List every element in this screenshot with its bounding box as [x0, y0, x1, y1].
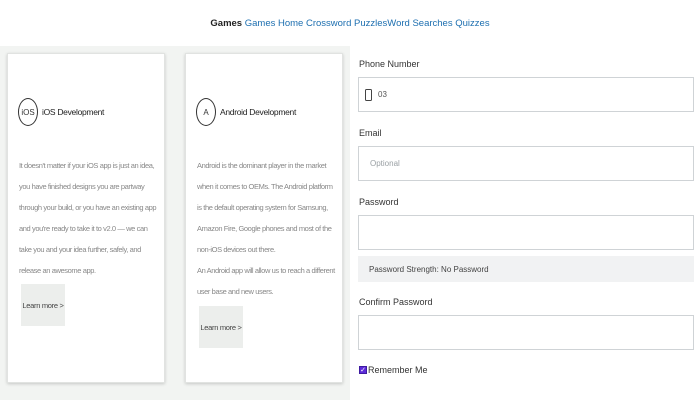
- top-navigation: Games Games Home Crossword PuzzlesWord S…: [0, 18, 700, 30]
- phone-number-label: Phone Number: [359, 59, 420, 69]
- card-description: Android is the dominant player in the ma…: [197, 155, 337, 302]
- phone-icon: [365, 88, 372, 101]
- checkbox-icon[interactable]: ✓: [359, 366, 367, 374]
- card-header: iOS iOS Development: [18, 98, 104, 126]
- nav-link-quizzes[interactable]: Quizzes: [455, 18, 489, 29]
- android-development-card: A Android Development Android is the dom…: [185, 53, 343, 383]
- nav-link-home[interactable]: Home: [278, 18, 303, 29]
- card-title: iOS Development: [42, 107, 105, 117]
- ios-icon: iOS: [18, 98, 38, 126]
- nav-link-word-searches[interactable]: Word Searches: [387, 18, 452, 29]
- email-field[interactable]: Optional: [358, 146, 694, 181]
- email-placeholder: Optional: [370, 159, 400, 168]
- card-title: Android Development: [220, 107, 297, 117]
- nav-brand: Games: [210, 18, 243, 29]
- phone-number-field[interactable]: 03: [358, 77, 694, 112]
- card-description-text: An Android app will allow us to reach a …: [197, 266, 335, 296]
- card-description-text: It doesn't matter if your iOS app is jus…: [19, 161, 157, 275]
- remember-me-row: ✓ Remember Me: [359, 365, 428, 375]
- card-description: It doesn't matter if your iOS app is jus…: [19, 155, 159, 281]
- confirm-password-label: Confirm Password: [359, 297, 433, 307]
- ios-development-card: iOS iOS Development It doesn't matter if…: [7, 53, 165, 383]
- confirm-password-field[interactable]: [358, 315, 694, 350]
- password-strength-indicator: Password Strength: No Password: [358, 256, 694, 282]
- card-description-text: Android is the dominant player in the ma…: [197, 161, 333, 254]
- password-label: Password: [359, 197, 399, 207]
- nav-link-games[interactable]: Games: [245, 18, 276, 29]
- android-icon: A: [196, 98, 216, 126]
- password-field[interactable]: [358, 215, 694, 250]
- learn-more-button[interactable]: Learn more >: [199, 306, 243, 348]
- card-header: A Android Development: [196, 98, 296, 126]
- password-strength-text: Password Strength: No Password: [369, 264, 489, 274]
- nav-link-crossword-puzzles[interactable]: Crossword Puzzles: [306, 18, 387, 29]
- remember-me-label: Remember Me: [368, 365, 428, 375]
- phone-number-value: 03: [378, 90, 387, 99]
- email-label: Email: [359, 128, 382, 138]
- learn-more-button[interactable]: Learn more >: [21, 284, 65, 326]
